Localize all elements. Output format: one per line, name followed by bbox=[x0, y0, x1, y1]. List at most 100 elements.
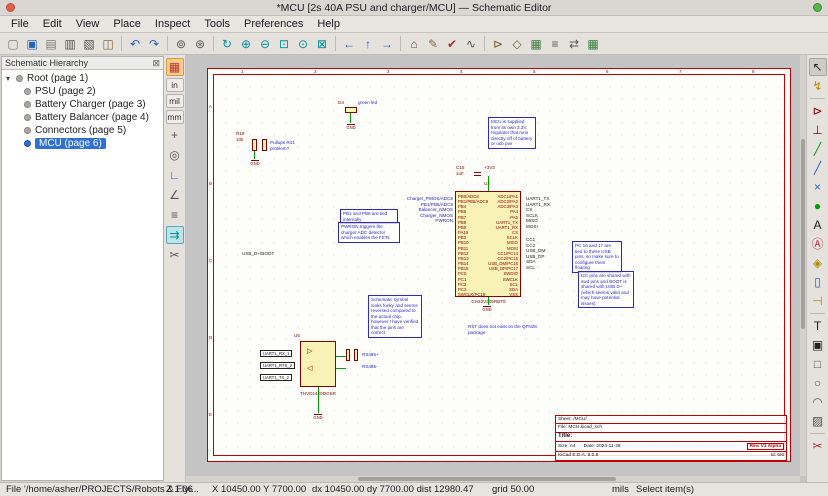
hierarchical-label-icon[interactable]: ◈ bbox=[809, 254, 827, 272]
right-net-labels-top[interactable]: UART1_TX UART1_RX CS SCLK MISO MOSI bbox=[526, 196, 550, 229]
plot-icon[interactable]: ▧ bbox=[80, 35, 98, 53]
sheet-connectors-page-5[interactable]: Connectors (page 5) bbox=[2, 124, 163, 137]
power-3v3-label[interactable]: +3V3 bbox=[484, 165, 495, 171]
redo-icon[interactable]: ↷ bbox=[145, 35, 163, 53]
rs485-b-label[interactable]: RS485- bbox=[362, 364, 378, 370]
gnd-symbol[interactable]: GND bbox=[311, 414, 325, 421]
no-connect-icon[interactable]: × bbox=[809, 178, 827, 196]
rs485-transceiver[interactable] bbox=[300, 341, 336, 387]
global-label-icon[interactable]: Ⓐ bbox=[809, 235, 827, 253]
menu-place[interactable]: Place bbox=[106, 17, 148, 31]
zoom-fit-icon[interactable]: ⊡ bbox=[275, 35, 293, 53]
erc-icon[interactable]: ✔ bbox=[443, 35, 461, 53]
wire-tool-icon[interactable]: ╱ bbox=[809, 140, 827, 158]
termination-resistor[interactable] bbox=[354, 349, 358, 361]
panel-close-icon[interactable]: ⊠ bbox=[152, 59, 160, 68]
sheet-root-page-1[interactable]: ▾Root (page 1) bbox=[2, 72, 163, 85]
menu-inspect[interactable]: Inspect bbox=[148, 17, 197, 31]
annotate-icon[interactable]: ✎ bbox=[424, 35, 442, 53]
title-block[interactable]: Sheet: /MCU/ File: MCU.kicad_sch Title: … bbox=[555, 415, 787, 461]
sheet-pin-icon[interactable]: ⊣ bbox=[809, 292, 827, 310]
annotation-note[interactable]: Pullups R41 problem? bbox=[268, 139, 314, 152]
sheet-battery-charger-page-3[interactable]: Battery Charger (page 3) bbox=[2, 98, 163, 111]
properties-panel-icon[interactable]: ≡ bbox=[166, 206, 184, 224]
find-icon[interactable]: ⊚ bbox=[172, 35, 190, 53]
annotation-note[interactable]: PWRON triggers the charger ADC detector … bbox=[338, 222, 400, 243]
horizontal-scroll-thumb[interactable] bbox=[358, 477, 616, 481]
resistor-r19[interactable] bbox=[252, 139, 257, 151]
unit-mils-button[interactable]: mil bbox=[166, 94, 184, 108]
window-maximize-button[interactable] bbox=[813, 3, 822, 12]
cut-icon[interactable]: ✂ bbox=[166, 246, 184, 264]
schematic-canvas[interactable]: D4 GND R19 10k GND USB_D+/BOOT U2 +3V3 C… bbox=[186, 55, 806, 482]
symbol-fields-table-icon[interactable]: ▦ bbox=[527, 35, 545, 53]
zoom-objects-icon[interactable]: ⊙ bbox=[294, 35, 312, 53]
menu-file[interactable]: File bbox=[4, 17, 36, 31]
led-component[interactable] bbox=[345, 107, 357, 113]
new-schematic-icon[interactable]: ▢ bbox=[4, 35, 22, 53]
place-power-icon[interactable]: ⊥ bbox=[809, 121, 827, 139]
annotation-note[interactable]: RST does not exist on the QFN28 package bbox=[466, 323, 556, 336]
global-label-uart1-rx[interactable]: UART1_RX_1 bbox=[260, 350, 292, 357]
usb-boot-net-label[interactable]: USB_D+/BOOT bbox=[242, 251, 274, 257]
print-icon[interactable]: ▥ bbox=[61, 35, 79, 53]
rs485-a-label[interactable]: RS485+ bbox=[362, 352, 379, 358]
nav-back-icon[interactable]: ← bbox=[340, 35, 358, 53]
selection-tool-icon[interactable]: ↖ bbox=[809, 58, 827, 76]
annotation-note[interactable]: I2C pins are shared with swd pins and BO… bbox=[578, 271, 634, 308]
bom-icon[interactable]: ≡ bbox=[546, 35, 564, 53]
text-tool-icon[interactable]: T bbox=[809, 317, 827, 335]
menu-preferences[interactable]: Preferences bbox=[237, 17, 310, 31]
rectangle-tool-icon[interactable]: □ bbox=[809, 355, 827, 373]
save-icon[interactable]: ▣ bbox=[23, 35, 41, 53]
net-navigator-icon[interactable]: ⇉ bbox=[166, 226, 184, 244]
gnd-symbol[interactable]: GND bbox=[248, 160, 262, 167]
place-symbol-icon[interactable]: ⊳ bbox=[809, 102, 827, 120]
menu-edit[interactable]: Edit bbox=[36, 17, 69, 31]
menu-view[interactable]: View bbox=[69, 17, 107, 31]
open-pcb-editor-icon[interactable]: ▦ bbox=[584, 35, 602, 53]
sheet-psu-page-2[interactable]: PSU (page 2) bbox=[2, 85, 163, 98]
gnd-symbol[interactable]: GND bbox=[480, 306, 494, 313]
sheet-tool-icon[interactable]: ▯ bbox=[809, 273, 827, 291]
gnd-symbol[interactable]: GND bbox=[344, 124, 358, 131]
highlight-net-icon[interactable]: ↯ bbox=[809, 77, 827, 95]
symbol-editor-icon[interactable]: ⊳ bbox=[489, 35, 507, 53]
footprint-editor-icon[interactable]: ◇ bbox=[508, 35, 526, 53]
nav-up-icon[interactable]: ↑ bbox=[359, 35, 377, 53]
zoom-selection-icon[interactable]: ⊠ bbox=[313, 35, 331, 53]
sheet-settings-icon[interactable]: ▤ bbox=[42, 35, 60, 53]
textbox-tool-icon[interactable]: ▣ bbox=[809, 336, 827, 354]
net-label-icon[interactable]: A bbox=[809, 216, 827, 234]
unit-inches-button[interactable]: in bbox=[166, 78, 184, 92]
junction-icon[interactable]: ● bbox=[809, 197, 827, 215]
resistor[interactable] bbox=[262, 139, 267, 151]
find-replace-icon[interactable]: ⊛ bbox=[191, 35, 209, 53]
termination-resistor[interactable] bbox=[346, 349, 350, 361]
global-label-uart1-rts[interactable]: UART1_RTS_2 bbox=[260, 362, 295, 369]
cursor-shape-icon[interactable]: + bbox=[166, 126, 184, 144]
zoom-out-icon[interactable]: ⊖ bbox=[256, 35, 274, 53]
unit-mm-button[interactable]: mm bbox=[166, 110, 184, 124]
hv-wires-icon[interactable]: ∟ bbox=[166, 166, 184, 184]
tree-expand-caret[interactable]: ▾ bbox=[6, 74, 16, 83]
hierarchy-navigator-icon[interactable]: ⌂ bbox=[405, 35, 423, 53]
annotation-note[interactable]: MCU is supplied from its own 3.3V regula… bbox=[488, 117, 536, 149]
assign-footprints-icon[interactable]: ⇄ bbox=[565, 35, 583, 53]
undo-icon[interactable]: ↶ bbox=[126, 35, 144, 53]
simulator-icon[interactable]: ∿ bbox=[462, 35, 480, 53]
annotation-note[interactable]: Schematic symbol looks funky and seems r… bbox=[368, 295, 422, 338]
right-net-labels-bottom[interactable]: CC1 CC2 USB_DM USB_DP SDA SCL bbox=[526, 237, 545, 270]
capacitor-c15[interactable] bbox=[474, 172, 481, 176]
grid-settings-icon[interactable]: ▦ bbox=[166, 58, 184, 76]
hidden-pins-icon[interactable]: ◎ bbox=[166, 146, 184, 164]
annotation-note[interactable]: PC 16 and 17 are tied to these USB pins,… bbox=[572, 241, 622, 273]
sheet-mcu-page-6[interactable]: MCU (page 6) bbox=[2, 137, 163, 150]
annotation-note[interactable]: green led bbox=[356, 99, 392, 107]
global-label-uart1-tx[interactable]: UART1_TX_2 bbox=[260, 374, 292, 381]
zoom-in-icon[interactable]: ⊕ bbox=[237, 35, 255, 53]
vertical-scroll-thumb[interactable] bbox=[801, 139, 805, 328]
menu-tools[interactable]: Tools bbox=[197, 17, 237, 31]
free-angle-icon[interactable]: ∠ bbox=[166, 186, 184, 204]
delete-tool-icon[interactable]: ✂ bbox=[809, 437, 827, 455]
